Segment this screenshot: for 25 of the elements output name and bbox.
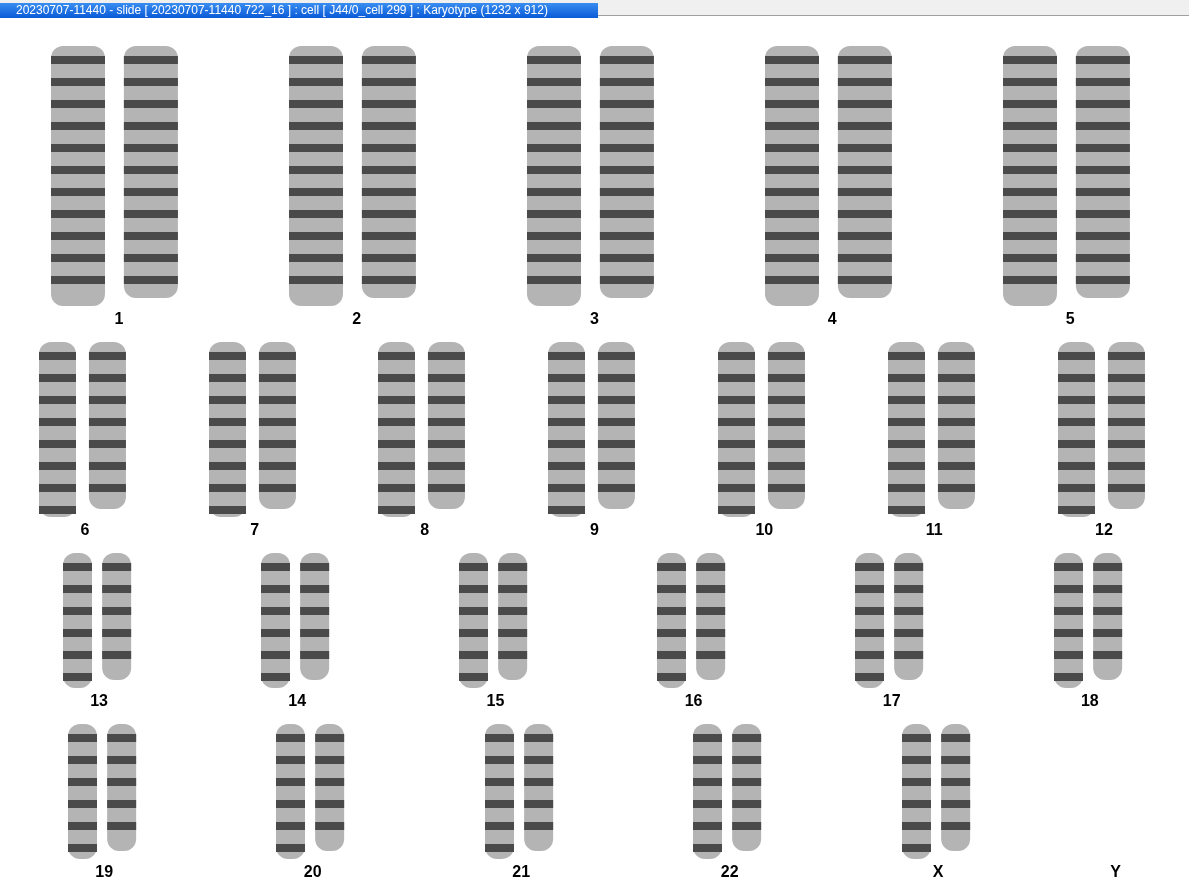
- chromosome-number: 21: [512, 863, 531, 881]
- chromosome-number: 12: [1095, 521, 1113, 539]
- chromosome-number: 16: [684, 692, 703, 710]
- chromosome-number: 1: [114, 310, 124, 328]
- chromosome-number: 8: [420, 521, 430, 539]
- chromosome-number: 3: [590, 310, 599, 328]
- chromosome-number: 11: [925, 521, 943, 539]
- chromosome-number: 4: [827, 310, 837, 328]
- chromosome-number: 14: [288, 692, 307, 710]
- chromosome-number: 17: [882, 692, 901, 710]
- chromosome-number: 13: [90, 692, 108, 710]
- chromosome-number: 2: [352, 310, 362, 328]
- chromosome-number: 15: [486, 692, 505, 710]
- chromosome-number: 18: [1080, 692, 1099, 710]
- chromosome-number: 19: [95, 863, 114, 881]
- window-title: 20230707-11440 - slide [ 20230707-11440 722_16 ] : cell [ J44/0_cell 299 ] : Karyotype (1232 x 912): [0, 3, 598, 18]
- chromosome-number: 10: [755, 521, 774, 539]
- chromosome-number: 5: [1065, 310, 1075, 328]
- chromosome-number: 7: [250, 521, 260, 539]
- chromosome-number: X: [932, 863, 944, 881]
- chromosome-number: 6: [80, 521, 90, 539]
- chromosome-number: 9: [590, 521, 599, 539]
- chromosome-number: 22: [720, 863, 739, 881]
- chromosome-number: 20: [303, 863, 322, 881]
- chromosome-number: Y: [1110, 863, 1121, 881]
